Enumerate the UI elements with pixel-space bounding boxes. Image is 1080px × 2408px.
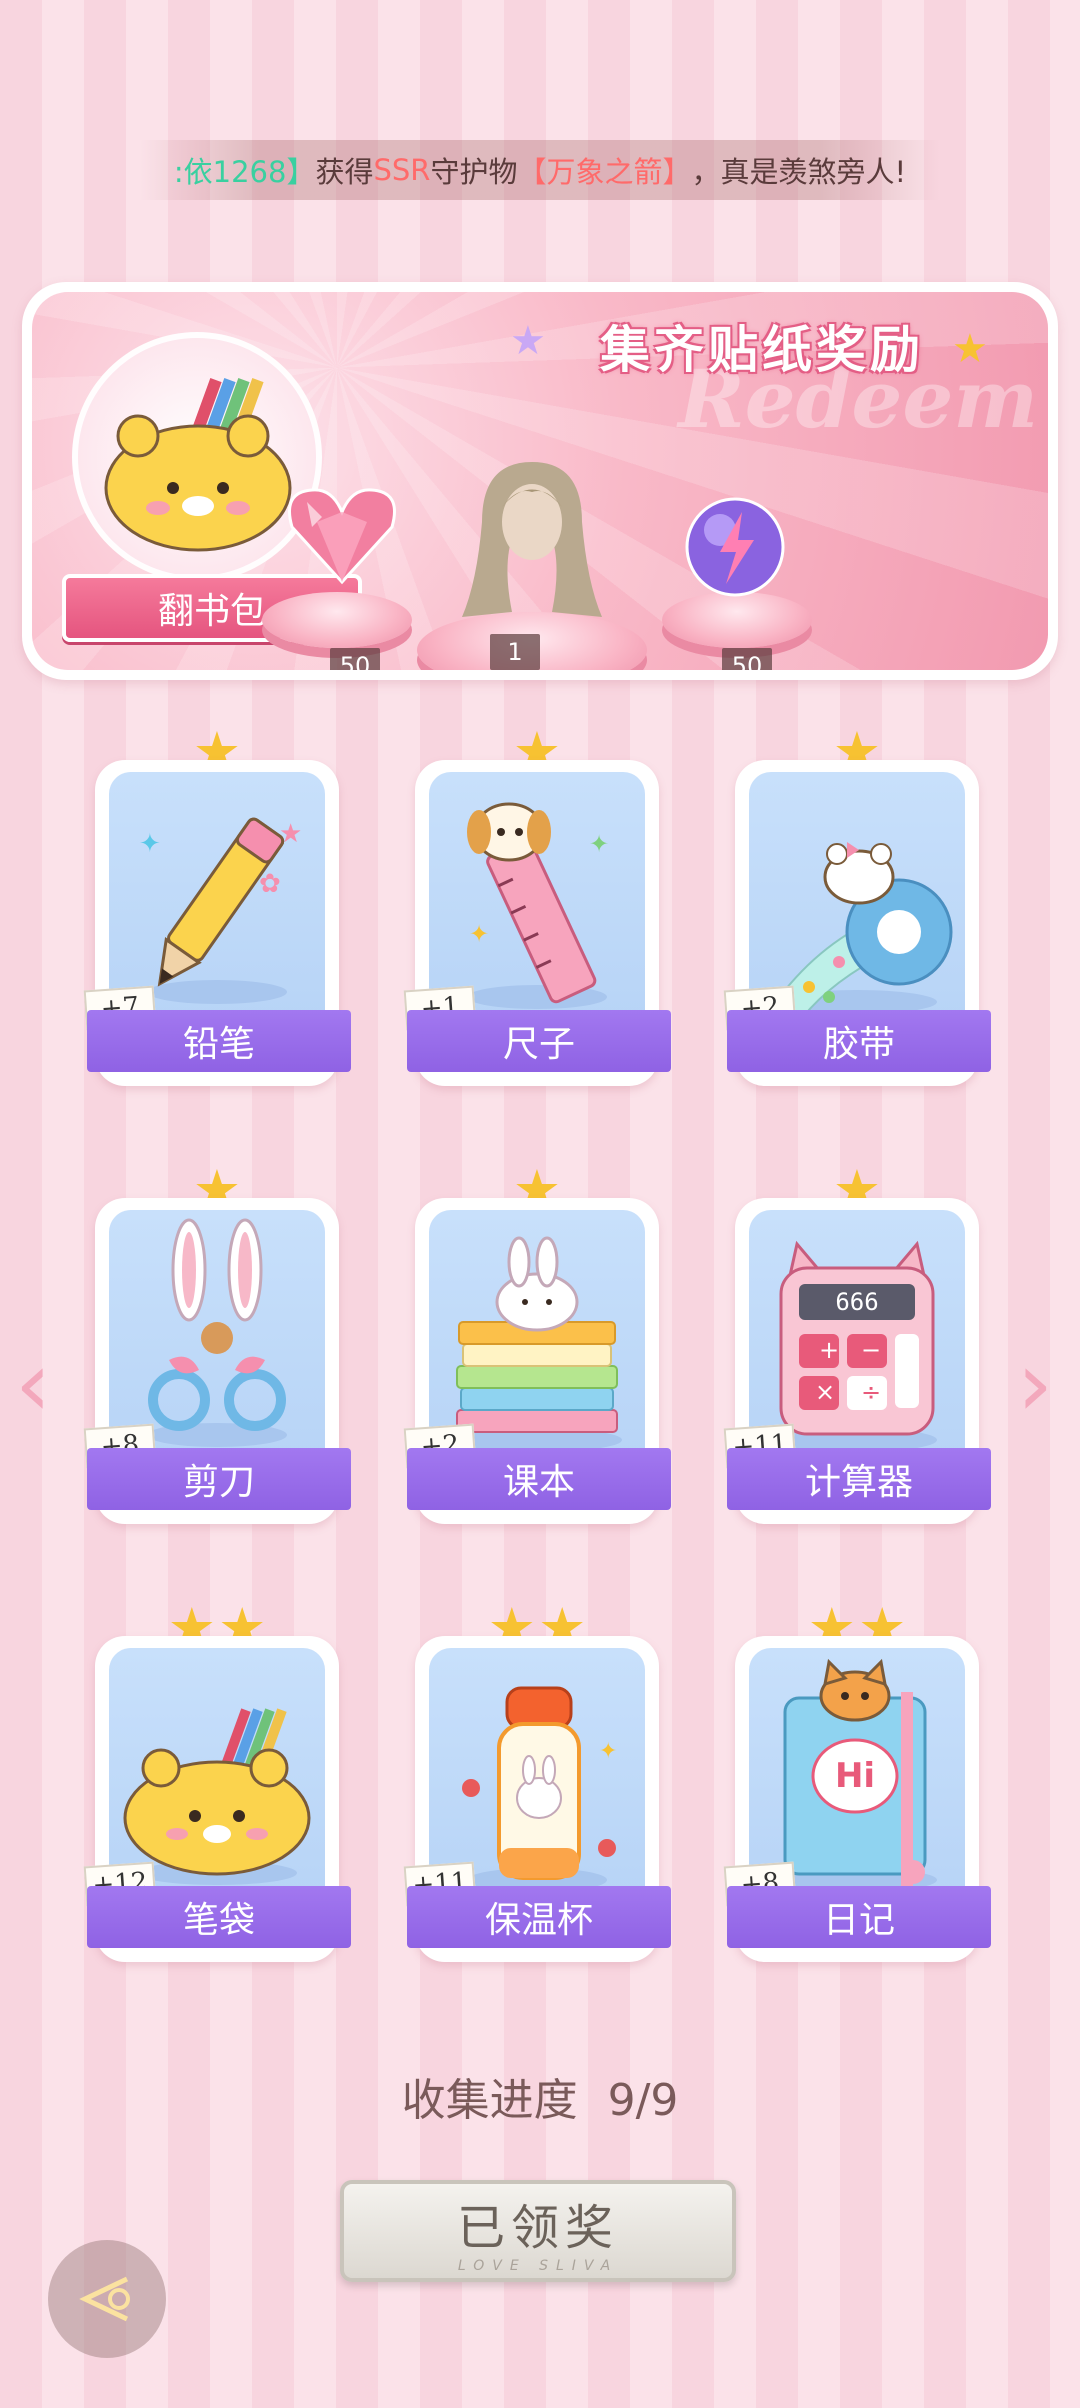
ticker-text-a: 获得 (315, 155, 374, 189)
ticker-text-b: 守护物 (430, 155, 518, 189)
claimed-button[interactable]: 已领奖 LOVE SLIVA (340, 2180, 736, 2282)
sticker-card-textbook[interactable]: ★ +2 课本 (403, 1158, 671, 1528)
sticker-card-diary[interactable]: ★ ★ Hi +8 日记 (723, 1596, 991, 1966)
hairstyle-icon (462, 462, 602, 617)
pedestal (262, 592, 412, 648)
svg-text:✦: ✦ (139, 829, 161, 859)
collection-progress: 收集进度 9/9 (0, 2064, 1080, 2128)
svg-text:✦: ✦ (599, 1739, 617, 1764)
svg-text:✿: ✿ (259, 869, 281, 899)
card-label: 保温杯 (407, 1886, 671, 1948)
progress-value: 9/9 (607, 2075, 679, 2126)
card-label: 胶带 (727, 1010, 991, 1072)
claimed-label: 已领奖 (456, 2200, 619, 2256)
sticker-card-pencil[interactable]: ★ ✦ ★ ✿ +7 铅笔 (83, 720, 351, 1090)
calculator-display: 666 (835, 1288, 879, 1316)
card-label: 剪刀 (87, 1448, 351, 1510)
energy-orb-reward[interactable] (680, 492, 790, 606)
ticker-text-c: ，真是羡煞旁人! (691, 155, 907, 189)
heart-gem-reward[interactable] (282, 482, 402, 596)
svg-text:✦: ✦ (469, 920, 489, 948)
hairstyle-reward[interactable] (452, 452, 612, 626)
back-arrow-icon (79, 2276, 130, 2322)
ticker-item: 【万象之箭】 (517, 155, 692, 189)
diary-cover-text: Hi (834, 1756, 876, 1796)
sticker-card-calculator[interactable]: ★ + − × ÷ 666 +11 计算器 (723, 1158, 991, 1528)
back-button[interactable] (48, 2240, 166, 2358)
card-label: 铅笔 (87, 1010, 351, 1072)
ticker-player: :依1268】 (173, 155, 316, 189)
star-deco-icon: ★ (510, 318, 546, 364)
svg-text:−: − (861, 1336, 881, 1364)
svg-text:★: ★ (279, 819, 302, 849)
card-label: 笔袋 (87, 1886, 351, 1948)
card-label: 课本 (407, 1448, 671, 1510)
reward-banner: Redeem ★ ★ 集齐贴纸奖励 翻书包 50 1 50 (22, 282, 1058, 680)
heart-gem-icon (288, 488, 396, 585)
heart-gem-qty: 50 (330, 648, 380, 670)
sticker-card-scissors[interactable]: ★ +8 剪刀 (83, 1158, 351, 1528)
card-label: 尺子 (407, 1010, 671, 1072)
svg-text:×: × (815, 1378, 835, 1406)
sticker-card-ruler[interactable]: ★ ✦ ✦ +1 尺子 (403, 720, 671, 1090)
sticker-card-pencil-case[interactable]: ★ ★ +12 笔袋 (83, 1596, 351, 1966)
energy-orb-icon (685, 497, 785, 597)
svg-text:+: + (819, 1336, 839, 1364)
next-page-arrow-icon[interactable]: › (1010, 1340, 1060, 1430)
sticker-card-thermos[interactable]: ★ ★ ✦ +11 保温杯 (403, 1596, 671, 1966)
prev-page-arrow-icon[interactable]: ‹ (8, 1340, 58, 1430)
svg-text:÷: ÷ (861, 1378, 881, 1406)
svg-text:✦: ✦ (589, 830, 609, 858)
hairstyle-qty: 1 (490, 634, 540, 670)
energy-orb-qty: 50 (722, 648, 772, 670)
card-label: 日记 (727, 1886, 991, 1948)
banner-title: 集齐贴纸奖励 (600, 321, 924, 379)
sticker-card-tape[interactable]: ★ +2 胶带 (723, 720, 991, 1090)
pencil-case-icon (104, 378, 292, 552)
announcement-ticker: :依1268】 获得 SSR 守护物 【万象之箭】 ，真是羡煞旁人! (140, 140, 940, 200)
card-label: 计算器 (727, 1448, 991, 1510)
claimed-sub-label: LOVE SLIVA (457, 2258, 619, 2274)
progress-label: 收集进度 (401, 2075, 578, 2126)
ticker-rarity: SSR (373, 153, 431, 187)
